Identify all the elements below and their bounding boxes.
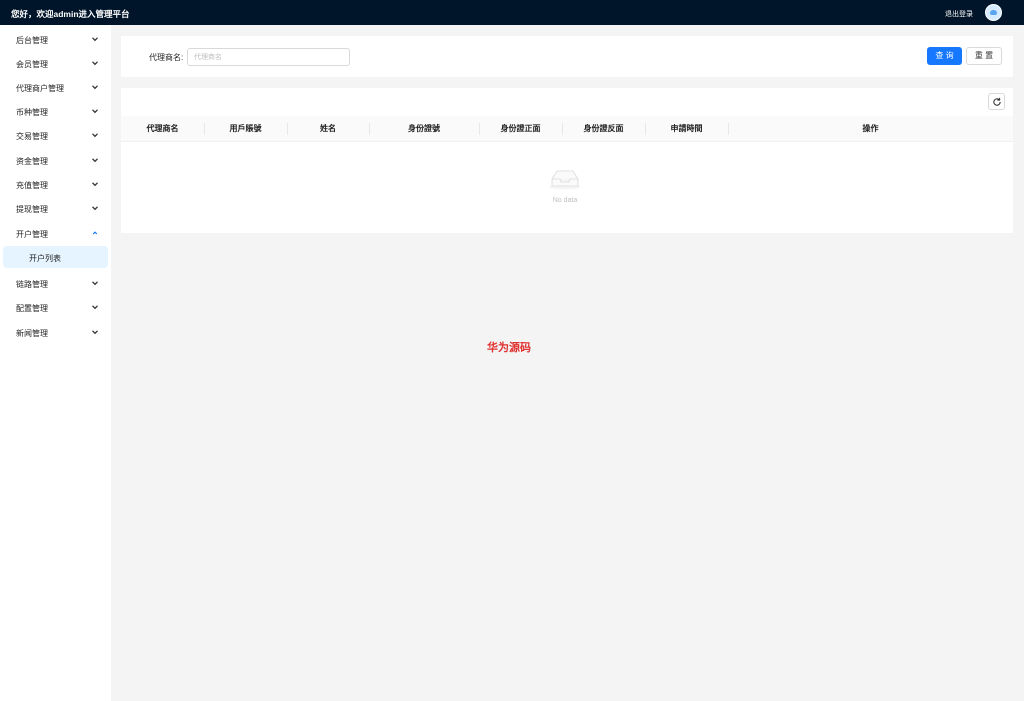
- sidebar-menu: 后台管理 会员管理 代理商户管理 币种管理 交易管理 资金管理 充值管理 提现管…: [0, 25, 111, 701]
- column-header-actions: 操作: [862, 124, 879, 133]
- empty-inbox-icon: [549, 170, 581, 190]
- chevron-down-icon: [91, 59, 99, 67]
- sidebar-item-label: 充值管理: [16, 181, 48, 190]
- sidebar-item-funds[interactable]: 资金管理: [0, 148, 111, 172]
- logout-link[interactable]: 退出登录: [945, 9, 973, 19]
- sidebar-item-label: 资金管理: [16, 157, 48, 166]
- sidebar-item-withdrawals[interactable]: 提现管理: [0, 196, 111, 220]
- sidebar-item-currencies[interactable]: 币种管理: [0, 99, 111, 123]
- chevron-down-icon: [91, 131, 99, 139]
- column-header-id-number: 身份證號: [408, 124, 440, 133]
- empty-state-text: No data: [552, 197, 578, 204]
- sidebar-item-news[interactable]: 新闻管理: [0, 320, 111, 344]
- search-filter-panel: 代理商名: 查 询 重 置: [121, 36, 1013, 77]
- sidebar-item-label: 链路管理: [16, 280, 48, 289]
- refresh-button[interactable]: [988, 93, 1005, 110]
- chevron-down-icon: [91, 180, 99, 188]
- sidebar-item-label: 提现管理: [16, 205, 48, 214]
- chevron-up-icon: [91, 229, 99, 237]
- top-header-bar: 您好，欢迎admin进入管理平台 退出登录: [0, 0, 1024, 25]
- sidebar-item-label: 代理商户管理: [16, 84, 64, 93]
- sidebar-item-accounts[interactable]: 开户管理: [0, 221, 111, 245]
- chevron-down-icon: [91, 303, 99, 311]
- sidebar-item-label: 新闻管理: [16, 329, 48, 338]
- sidebar-subitem-label: 开户列表: [29, 254, 61, 263]
- sidebar-item-label: 币种管理: [16, 108, 48, 117]
- refresh-icon: [993, 97, 1001, 106]
- reset-button[interactable]: 重 置: [966, 47, 1002, 65]
- chevron-down-icon: [91, 279, 99, 287]
- sidebar-item-links[interactable]: 链路管理: [0, 271, 111, 295]
- welcome-text: 您好，欢迎admin进入管理平台: [11, 9, 130, 19]
- sidebar-item-backend[interactable]: 后台管理: [0, 27, 111, 51]
- column-header-name: 姓名: [320, 124, 336, 133]
- sidebar-item-label: 开户管理: [16, 230, 48, 239]
- account-table-panel: 代理商名 用戶賬號 姓名 身份證號 身份證正面 身份證反面 申請時間 操作 No…: [121, 88, 1013, 233]
- sidebar-item-label: 交易管理: [16, 132, 48, 141]
- column-header-id-back: 身份證反面: [583, 124, 624, 133]
- table-header: 代理商名 用戶賬號 姓名 身份證號 身份證正面 身份證反面 申請時間 操作: [121, 116, 1013, 142]
- chevron-down-icon: [91, 204, 99, 212]
- sidebar-item-label: 配置管理: [16, 304, 48, 313]
- agent-name-input[interactable]: [187, 48, 350, 66]
- column-header-id-front: 身份證正面: [500, 124, 541, 133]
- sidebar-item-config[interactable]: 配置管理: [0, 295, 111, 319]
- sidebar-item-label: 后台管理: [16, 36, 48, 45]
- sidebar-subitem-account-list[interactable]: 开户列表: [3, 246, 108, 268]
- chevron-down-icon: [91, 83, 99, 91]
- avatar[interactable]: [985, 4, 1002, 21]
- column-header-agent-name: 代理商名: [146, 124, 179, 133]
- sidebar-item-label: 会员管理: [16, 60, 48, 69]
- watermark-text: 华为源码: [487, 342, 531, 354]
- column-header-user-account: 用戶賬號: [229, 124, 262, 133]
- query-button[interactable]: 查 询: [927, 47, 962, 65]
- sidebar-item-members[interactable]: 会员管理: [0, 51, 111, 75]
- sidebar-item-trades[interactable]: 交易管理: [0, 123, 111, 147]
- chevron-down-icon: [91, 156, 99, 164]
- chevron-down-icon: [91, 35, 99, 43]
- sidebar-item-deposits[interactable]: 充值管理: [0, 172, 111, 196]
- agent-name-label: 代理商名:: [149, 53, 184, 62]
- column-header-apply-time: 申請時間: [670, 124, 703, 133]
- chevron-down-icon: [91, 328, 99, 336]
- chevron-down-icon: [91, 107, 99, 115]
- sidebar-item-agents[interactable]: 代理商户管理: [0, 75, 111, 99]
